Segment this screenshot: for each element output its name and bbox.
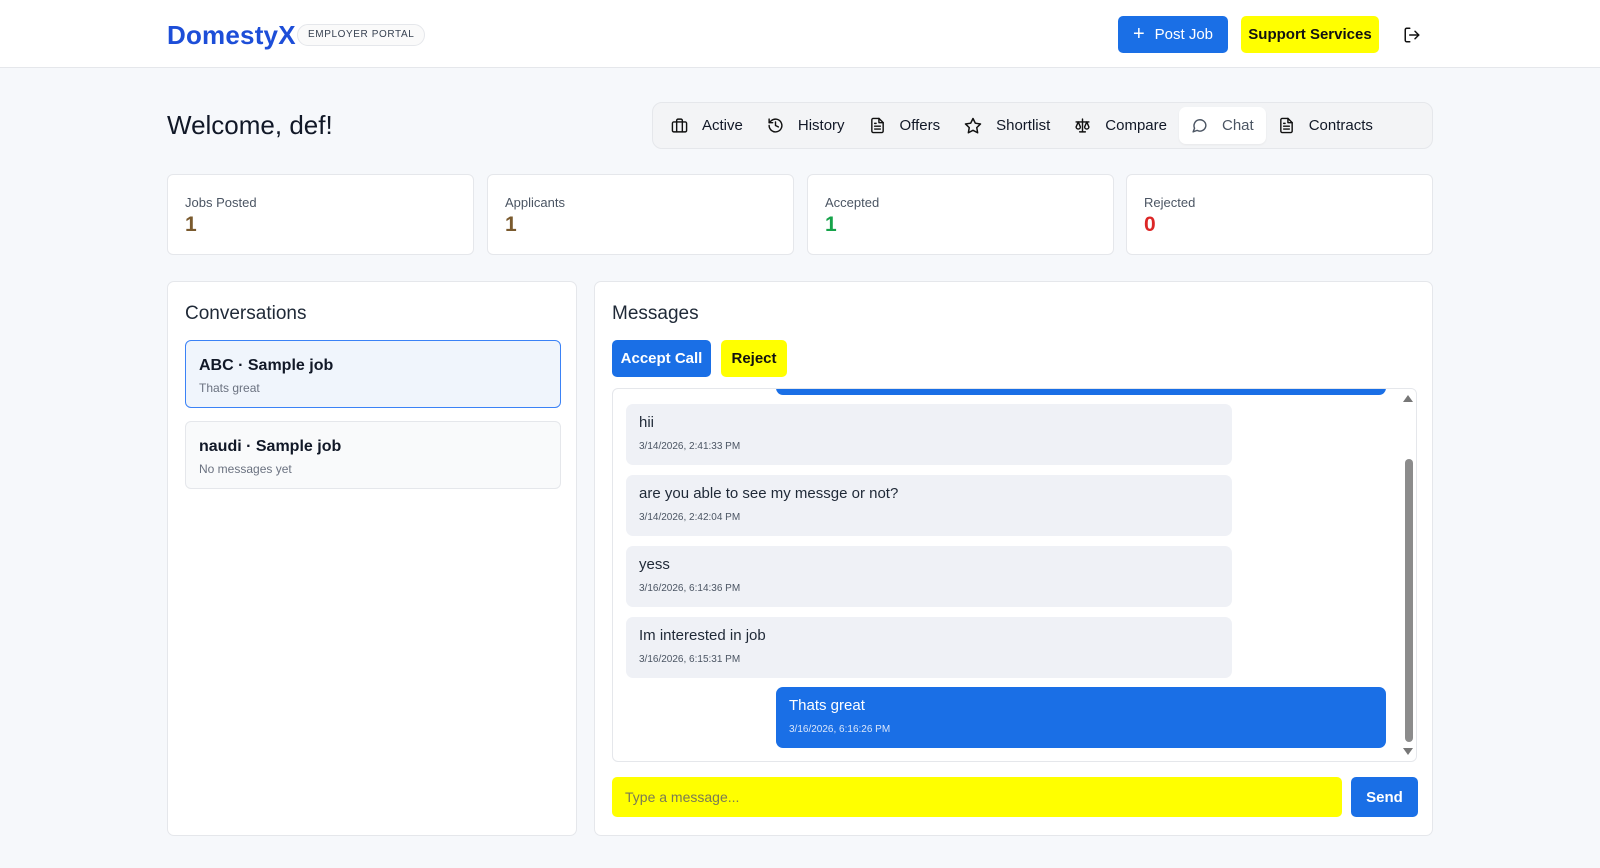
message-list[interactable]: hii 3/14/2026, 2:41:33 PM are you able t… xyxy=(612,388,1417,762)
tab-label: Offers xyxy=(899,117,941,134)
accept-call-button[interactable]: Accept Call xyxy=(612,340,711,377)
message-bubble-incoming: yess 3/16/2026, 6:14:36 PM xyxy=(626,546,1232,607)
send-button[interactable]: Send xyxy=(1351,777,1418,817)
plus-icon: + xyxy=(1132,22,1145,45)
support-services-button[interactable]: Support Services xyxy=(1241,16,1379,53)
stat-card-applicants: Applicants 1 xyxy=(487,174,794,255)
tab-label: Active xyxy=(702,117,743,134)
post-job-button[interactable]: + Post Job xyxy=(1118,16,1228,53)
conversation-preview: Thats great xyxy=(199,381,260,395)
reject-call-button[interactable]: Reject xyxy=(721,340,787,377)
portal-badge: EMPLOYER PORTAL xyxy=(297,24,426,46)
logout-icon xyxy=(1404,27,1420,42)
tab-active[interactable]: Active xyxy=(659,107,755,144)
message-bubble-incoming: Im interested in job 3/16/2026, 6:15:31 … xyxy=(626,617,1232,678)
conversation-preview: No messages yet xyxy=(199,462,292,476)
tab-label: Chat xyxy=(1222,117,1254,134)
top-navbar: DomestyX EMPLOYER PORTAL + Post Job Supp… xyxy=(0,0,1600,68)
brand-logo[interactable]: DomestyX xyxy=(167,20,296,51)
scroll-down-arrow-icon[interactable] xyxy=(1403,748,1413,755)
scroll-up-arrow-icon[interactable] xyxy=(1403,395,1413,402)
logout-button[interactable] xyxy=(1392,16,1432,53)
message-text: Im interested in job xyxy=(639,627,766,644)
message-bubble-partial xyxy=(776,389,1386,395)
document-icon xyxy=(1279,117,1293,134)
post-job-label: Post Job xyxy=(1154,26,1214,43)
tab-bar: Active History Offers Shortlist Compare … xyxy=(652,102,1433,149)
stat-card-accepted: Accepted 1 xyxy=(807,174,1114,255)
tab-history[interactable]: History xyxy=(755,107,857,144)
message-timestamp: 3/14/2026, 2:41:33 PM xyxy=(639,441,741,452)
stat-card-jobs-posted: Jobs Posted 1 xyxy=(167,174,474,255)
tab-chat[interactable]: Chat xyxy=(1179,107,1266,144)
star-icon xyxy=(964,117,982,134)
chat-icon xyxy=(1192,119,1207,133)
message-text: Thats great xyxy=(789,697,865,714)
messages-title: Messages xyxy=(612,303,699,324)
document-icon xyxy=(870,117,884,134)
tab-compare[interactable]: Compare xyxy=(1062,107,1179,144)
page-title: Welcome, def! xyxy=(167,110,333,140)
message-bubble-incoming: are you able to see my messge or not? 3/… xyxy=(626,475,1232,536)
tab-label: Contracts xyxy=(1308,117,1373,134)
tab-shortlist[interactable]: Shortlist xyxy=(952,107,1062,144)
scrollbar-thumb[interactable] xyxy=(1405,459,1413,742)
stat-label: Accepted xyxy=(825,195,880,210)
stat-label: Rejected xyxy=(1144,195,1196,210)
conversation-title: ABC · Sample job xyxy=(199,357,334,374)
message-bubble-outgoing: Thats great 3/16/2026, 6:16:26 PM xyxy=(776,687,1386,748)
message-timestamp: 3/14/2026, 2:42:04 PM xyxy=(639,512,741,523)
tab-label: History xyxy=(797,117,845,134)
message-text: yess xyxy=(639,556,670,573)
stat-label: Applicants xyxy=(505,195,565,210)
stat-label: Jobs Posted xyxy=(185,195,257,210)
message-timestamp: 3/16/2026, 6:15:31 PM xyxy=(639,654,741,665)
message-timestamp: 3/16/2026, 6:16:26 PM xyxy=(789,724,891,735)
stat-value: 1 xyxy=(825,213,837,236)
scale-icon xyxy=(1075,118,1090,133)
conversation-title: naudi · Sample job xyxy=(199,438,342,455)
stat-value: 1 xyxy=(185,213,197,236)
stat-card-rejected: Rejected 0 xyxy=(1126,174,1433,255)
conversations-panel: Conversations ABC · Sample job Thats gre… xyxy=(167,281,577,836)
message-text: hii xyxy=(639,414,655,431)
tab-label: Shortlist xyxy=(996,117,1051,134)
conversation-item[interactable]: ABC · Sample job Thats great xyxy=(185,340,561,408)
tab-contracts[interactable]: Contracts xyxy=(1266,107,1385,144)
message-bubble-incoming: hii 3/14/2026, 2:41:33 PM xyxy=(626,404,1232,465)
message-timestamp: 3/16/2026, 6:14:36 PM xyxy=(639,583,741,594)
tab-label: Compare xyxy=(1105,117,1167,134)
messages-panel: Messages Accept Call Reject hii 3/14/202… xyxy=(594,281,1433,836)
conversation-item[interactable]: naudi · Sample job No messages yet xyxy=(185,421,561,489)
tab-offers[interactable]: Offers xyxy=(857,107,953,144)
briefcase-icon xyxy=(671,118,688,133)
stat-value: 0 xyxy=(1144,213,1156,236)
conversations-title: Conversations xyxy=(185,303,307,324)
message-text: are you able to see my messge or not? xyxy=(639,485,899,502)
message-input[interactable] xyxy=(612,777,1342,817)
history-icon xyxy=(768,118,783,133)
scrollbar[interactable] xyxy=(1402,389,1416,761)
stat-value: 1 xyxy=(505,213,517,236)
